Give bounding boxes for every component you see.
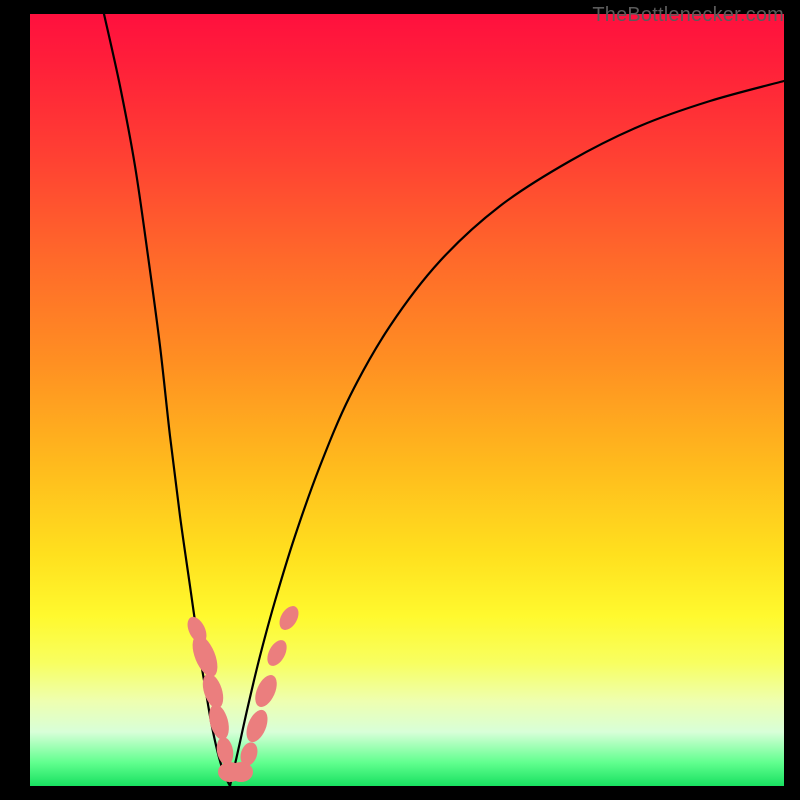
bead-marker: [263, 637, 290, 669]
bead-marker: [187, 632, 222, 680]
curve-right: [230, 81, 784, 786]
chart-frame: TheBottlenecker.com: [0, 0, 800, 800]
bead-marker: [276, 603, 303, 634]
bead-marker: [215, 736, 236, 766]
curves-layer: [0, 0, 800, 800]
